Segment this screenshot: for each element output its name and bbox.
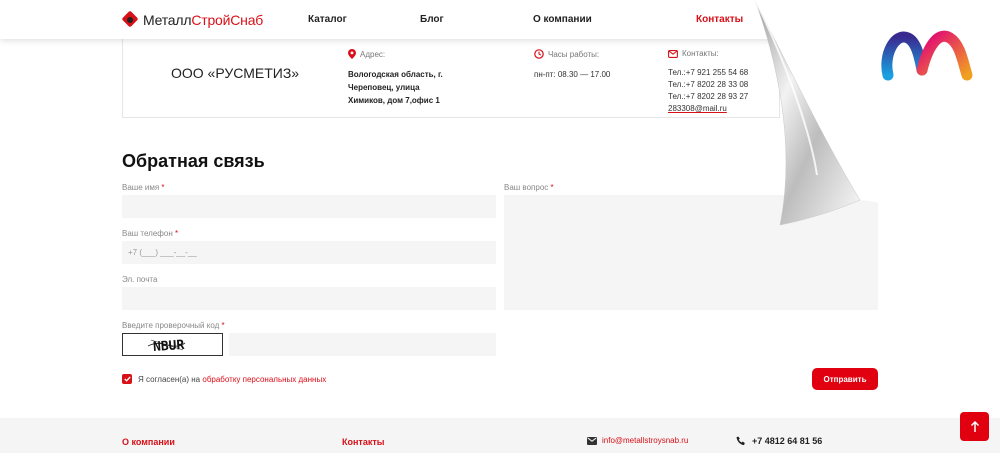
captcha-text: NBUR	[153, 338, 185, 355]
logo-text: МеталлСтройСнаб	[143, 11, 264, 28]
phone-number[interactable]: Тел.:+7 8202 28 93 27	[668, 91, 748, 103]
site-logo[interactable]: МеталлСтройСнаб	[121, 10, 264, 28]
company-name: ООО «РУСМЕТИЗ»	[171, 65, 300, 81]
check-icon	[123, 376, 131, 382]
submit-button[interactable]: Отправить	[812, 368, 878, 390]
brand-m-logo	[881, 30, 973, 81]
address-line: Вологодская область, г.	[348, 70, 443, 79]
logo-icon	[121, 10, 139, 28]
nav-catalog[interactable]: Каталог	[308, 14, 347, 25]
map-pin-icon	[348, 49, 356, 59]
footer-phone-text: +7 4812 64 81 56	[752, 436, 823, 446]
nav-contacts[interactable]: Контакты	[696, 14, 743, 25]
clock-icon	[534, 49, 544, 59]
arrow-up-icon	[970, 420, 979, 432]
address-line: Химиков, дом 7,офис 1	[348, 96, 440, 105]
contact-email-link[interactable]: 283308@mail.ru	[668, 103, 748, 115]
contacts-column: Контакты: Тел.:+7 921 255 54 68 Тел.:+7 …	[668, 49, 748, 115]
phone-label: Ваш телефон *	[122, 229, 179, 238]
footer-email-text: info@metallstroysnab.ru	[602, 436, 689, 445]
name-label: Ваше имя *	[122, 183, 165, 192]
phone-number[interactable]: Тел.:+7 8202 28 33 08	[668, 79, 748, 91]
consent-checkbox[interactable]	[122, 374, 132, 384]
hours-label: Часы работы:	[548, 49, 600, 59]
email-input[interactable]	[122, 287, 496, 310]
envelope-icon	[668, 49, 678, 58]
envelope-icon	[587, 436, 597, 445]
footer-about-heading[interactable]: О компании	[122, 437, 175, 447]
working-hours: пн-пт: 08.30 — 17.00	[534, 70, 611, 79]
consent-text: Я согласен(а) на обработку персональных …	[138, 375, 327, 384]
name-input[interactable]	[122, 195, 496, 218]
captcha-image: NBUR	[122, 333, 223, 356]
nav-about[interactable]: О компании	[533, 14, 592, 25]
site-footer: О компании Контакты info@metallstroysnab…	[0, 418, 1000, 453]
nav-blog[interactable]: Блог	[420, 14, 444, 25]
question-textarea[interactable]	[504, 195, 878, 310]
contacts-label: Контакты:	[682, 49, 719, 58]
privacy-link[interactable]: обработку персональных данных	[202, 375, 326, 384]
captcha-label: Введите проверочный код *	[122, 321, 225, 330]
footer-email[interactable]: info@metallstroysnab.ru	[587, 436, 688, 445]
company-info-box: ООО «РУСМЕТИЗ» Адрес: Вологодская област…	[122, 39, 780, 118]
address-column: Адрес: Вологодская область, г. Череповец…	[348, 49, 443, 107]
scroll-top-button[interactable]	[960, 412, 989, 441]
phone-icon	[736, 436, 745, 446]
phone-input[interactable]: +7 (___) ___-__-__	[122, 241, 496, 264]
question-label: Ваш вопрос *	[504, 183, 554, 192]
captcha-input[interactable]	[229, 333, 496, 356]
email-label: Эл. почта	[122, 275, 158, 284]
hours-column: Часы работы: пн-пт: 08.30 — 17.00	[534, 49, 610, 81]
address-line: Череповец, улица	[348, 83, 420, 92]
form-title: Обратная связь	[122, 151, 265, 171]
footer-phone[interactable]: +7 4812 64 81 56	[736, 436, 822, 446]
address-label: Адрес:	[360, 49, 386, 59]
site-header: МеталлСтройСнаб Каталог Блог О компании …	[0, 0, 1000, 39]
footer-contacts-heading[interactable]: Контакты	[342, 437, 384, 447]
phone-number[interactable]: Тел.:+7 921 255 54 68	[668, 67, 748, 79]
